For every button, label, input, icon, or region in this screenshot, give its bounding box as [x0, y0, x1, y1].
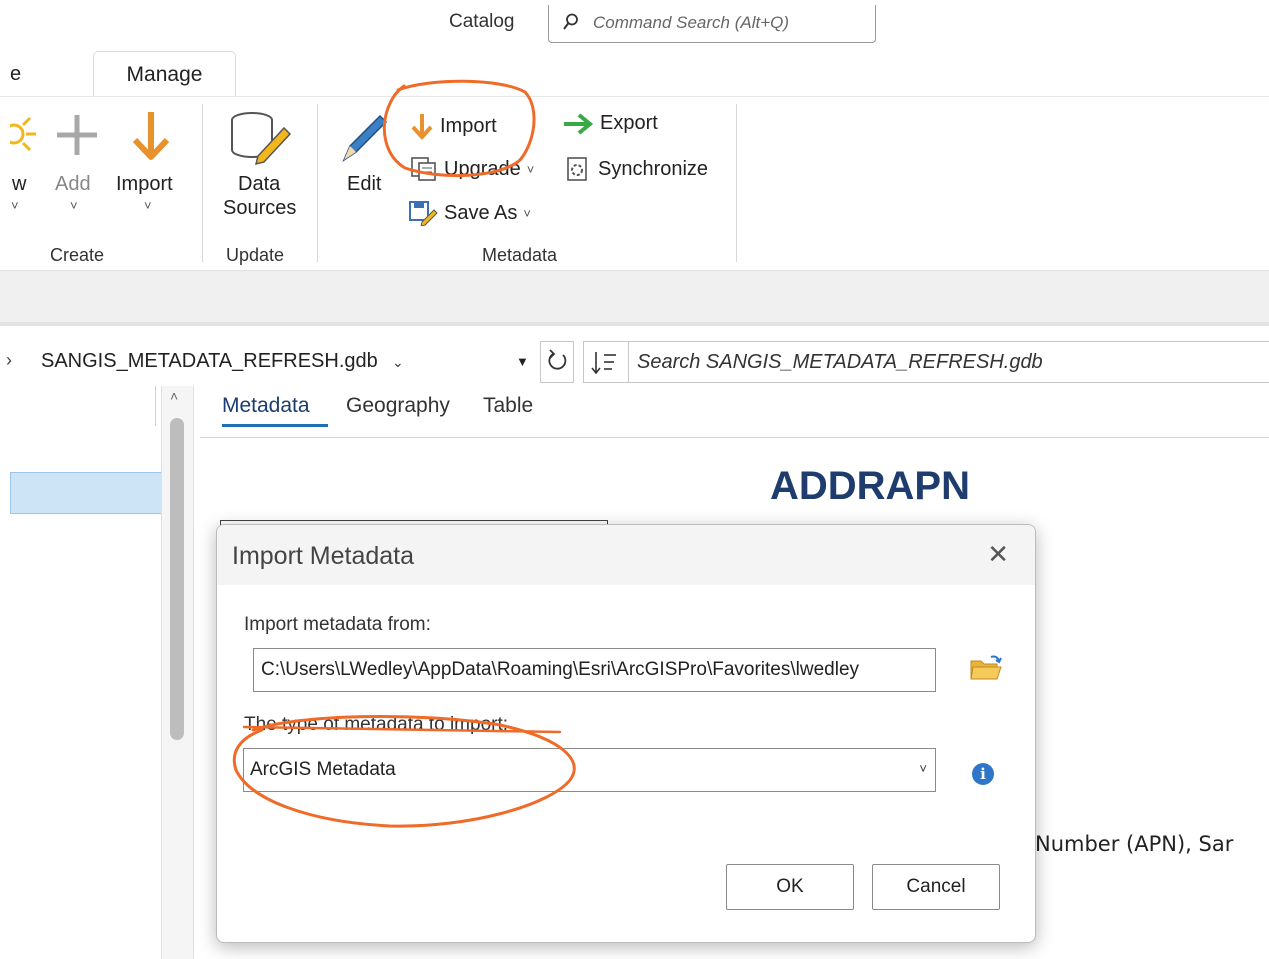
metadata-group-label: Metadata — [482, 245, 558, 265]
import-from-field[interactable]: C:\Users\LWedley\AppData\Roaming\Esri\Ar… — [253, 648, 936, 692]
sort-button[interactable] — [583, 341, 629, 383]
tree-item-selected[interactable] — [10, 472, 162, 514]
tab-manage[interactable]: Manage — [93, 51, 236, 97]
import-from-value: C:\Users\LWedley\AppData\Roaming\Esri\Ar… — [261, 659, 860, 680]
tab-geography[interactable]: Geography — [346, 394, 450, 418]
location-dropdown-icon[interactable]: ▼ — [516, 354, 529, 369]
synchronize-button[interactable]: Synchronize — [564, 156, 708, 182]
info-icon[interactable]: i — [972, 763, 994, 785]
add-button[interactable]: Add — [55, 172, 91, 196]
synchronize-label: Synchronize — [598, 157, 709, 180]
import-from-label: Import metadata from: — [244, 614, 431, 635]
tab-table[interactable]: Table — [483, 394, 533, 418]
chevron-down-icon[interactable]: ⌄ — [392, 354, 404, 371]
database-pencil-icon[interactable] — [228, 110, 292, 166]
refresh-icon — [548, 349, 567, 370]
sort-icon — [591, 352, 616, 375]
save-as-button[interactable]: Save As ˅ — [408, 200, 531, 226]
ribbon-separator — [736, 104, 737, 262]
metadata-type-select[interactable]: ArcGIS Metadata ˅ — [243, 748, 936, 792]
metadata-type-label: The type of metadata to import: — [244, 714, 509, 735]
sun-icon[interactable] — [10, 112, 40, 156]
ok-button[interactable]: OK — [726, 864, 854, 910]
tab-partial[interactable]: e — [10, 63, 21, 86]
save-as-label: Save As — [444, 201, 518, 224]
chevron-down-icon: ˅ — [919, 761, 927, 776]
upgrade-icon — [411, 157, 436, 181]
catalog-search-placeholder: Search SANGIS_METADATA_REFRESH.gdb — [637, 351, 1043, 373]
chevron-down-icon: ˅ — [11, 198, 19, 213]
catalog-label: Catalog — [449, 11, 515, 32]
data-sources-line2[interactable]: Sources — [223, 196, 296, 220]
new-button-label[interactable]: w — [12, 172, 26, 196]
import-arrow-icon — [411, 114, 433, 140]
synchronize-icon — [567, 157, 587, 181]
search-icon — [563, 13, 578, 30]
edit-button[interactable]: Edit — [347, 172, 381, 196]
pencil-icon[interactable] — [340, 112, 388, 164]
tab-metadata[interactable]: Metadata — [222, 394, 310, 418]
chevron-down-icon: ˅ — [144, 198, 152, 213]
export-arrow-icon — [564, 112, 594, 135]
export-button[interactable]: Export — [562, 112, 658, 135]
command-search-input[interactable]: Command Search (Alt+Q) — [548, 5, 876, 43]
cancel-button[interactable]: Cancel — [872, 864, 1000, 910]
scroll-up-icon[interactable]: ˄ — [170, 388, 178, 404]
upgrade-label: Upgrade — [444, 157, 521, 180]
active-tab-indicator — [222, 424, 328, 427]
tab-divider — [200, 437, 1269, 438]
chevron-down-icon: ˅ — [523, 205, 531, 221]
metadata-title: ADDRAPN — [770, 464, 970, 508]
close-icon[interactable]: ✕ — [987, 539, 1009, 570]
chevron-down-icon: ˅ — [70, 198, 78, 213]
import-metadata-button[interactable]: Import — [410, 112, 497, 140]
data-sources-line1[interactable]: Data — [238, 172, 280, 196]
chevron-down-icon: ˅ — [526, 161, 535, 177]
ribbon-separator — [202, 104, 203, 262]
import-metadata-label: Import — [440, 114, 497, 137]
ribbon-separator — [317, 104, 318, 262]
metadata-type-value: ArcGIS Metadata — [250, 759, 396, 780]
catalog-search-input[interactable]: Search SANGIS_METADATA_REFRESH.gdb — [628, 341, 1269, 383]
plus-icon[interactable] — [55, 113, 99, 157]
chevron-right-icon[interactable]: › — [6, 350, 12, 371]
save-as-icon — [409, 201, 438, 226]
import-arrow-icon[interactable] — [132, 110, 170, 162]
import-button[interactable]: Import — [116, 172, 173, 196]
folder-icon[interactable] — [969, 653, 1003, 683]
dialog-title: Import Metadata — [232, 542, 415, 570]
import-metadata-dialog: Import Metadata ✕ Import metadata from: … — [216, 524, 1036, 943]
update-group-label: Update — [226, 245, 285, 265]
refresh-button[interactable] — [540, 341, 574, 383]
pane-divider — [155, 386, 156, 426]
command-search-placeholder: Command Search (Alt+Q) — [593, 13, 790, 32]
metadata-summary-text: Number (APN), Sar — [1035, 832, 1234, 856]
upgrade-button[interactable]: Upgrade ˅ — [410, 156, 534, 182]
dialog-header: Import Metadata ✕ — [217, 525, 1035, 585]
create-group-label: Create — [50, 245, 105, 265]
location-path[interactable]: SANGIS_METADATA_REFRESH.gdb — [41, 350, 378, 373]
pane-header-bar — [0, 270, 1269, 326]
scrollbar-thumb[interactable] — [170, 418, 184, 740]
export-label: Export — [600, 112, 658, 134]
